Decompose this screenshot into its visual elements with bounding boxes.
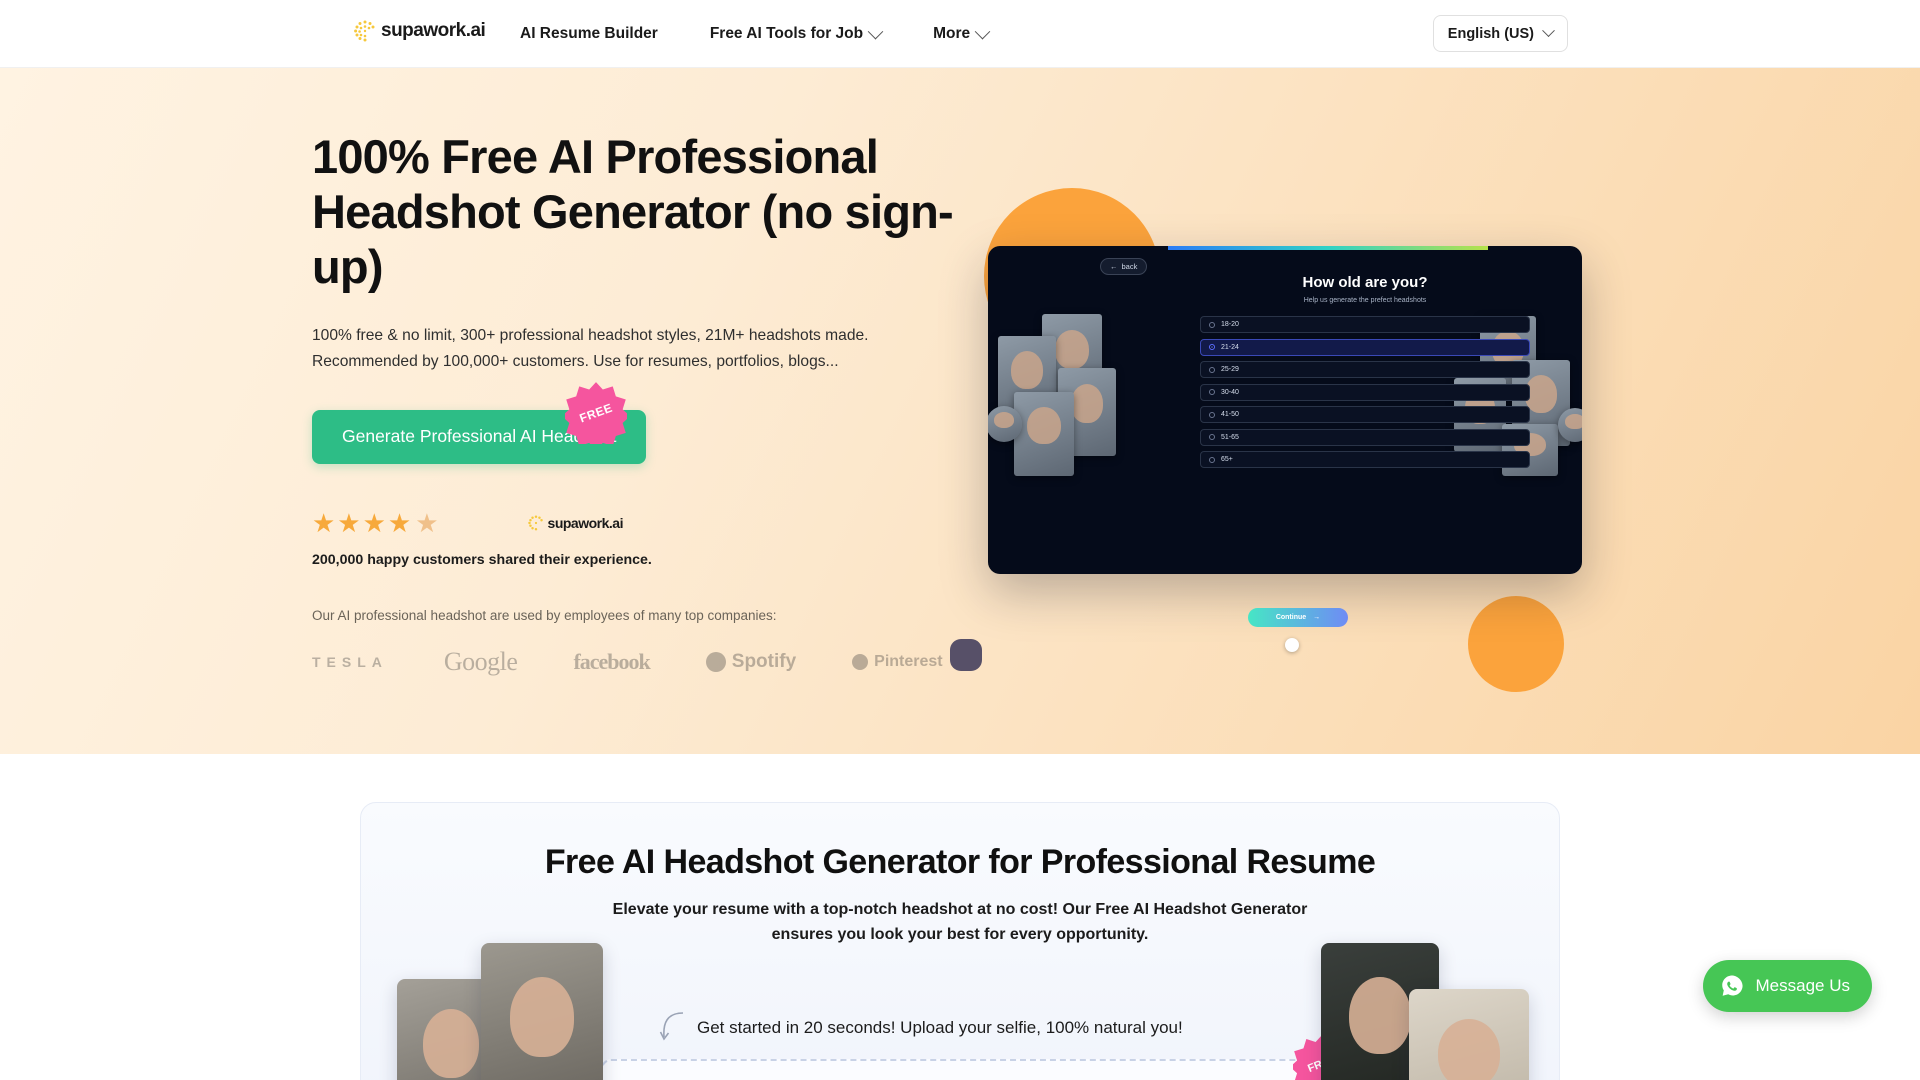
company-logos: TESLA Google facebook Spotify Pinterest [312, 647, 972, 677]
spotify-label: Spotify [731, 650, 797, 672]
option-label: 51-65 [1221, 433, 1239, 441]
companies-label: Our AI professional headshot are used by… [312, 607, 777, 623]
radio-icon [1209, 366, 1215, 373]
mockup-continue-button[interactable]: Continue → [1248, 608, 1348, 627]
pinterest-mark-icon [852, 653, 869, 670]
radio-icon [1209, 389, 1215, 395]
resume-section: Free AI Headshot Generator for Professio… [0, 754, 1920, 1080]
decorative-orange-circle-bottom [1468, 596, 1564, 692]
option-51-65[interactable]: 51-65 [1200, 428, 1530, 446]
option-41-50[interactable]: 41-50 [1200, 406, 1530, 423]
rating-half-star: ★ [415, 507, 441, 538]
sample-headshot-right-2 [1409, 989, 1529, 1080]
option-label: 25-29 [1221, 366, 1239, 373]
radio-icon [1209, 321, 1215, 328]
whatsapp-message-us-button[interactable]: Message Us [1702, 960, 1872, 1012]
nav-label: AI Resume Builder [520, 25, 658, 42]
supawork-sun-icon [527, 514, 545, 532]
resume-section-card: Free AI Headshot Generator for Professio… [360, 802, 1560, 1080]
section-subtitle: Elevate your resume with a top-notch hea… [361, 898, 1559, 948]
get-started-text: Get started in 20 seconds! Upload your s… [697, 1018, 1183, 1037]
whatsapp-label: Message Us [1755, 976, 1850, 995]
product-mockup: ← back How old are you? Help us generate… [988, 246, 1582, 574]
language-selector[interactable]: English (US) [1432, 15, 1568, 52]
rating-row: ★★★★ ★ supawork.ai [312, 510, 972, 536]
nav-item-more[interactable]: More [933, 23, 991, 43]
generate-headshot-button[interactable]: Generate Professional AI Headshot [312, 410, 647, 464]
logo[interactable]: supawork.ai [352, 18, 486, 44]
page-title: 100% Free AI Professional Headshot Gener… [312, 130, 954, 293]
rating-stars: ★★★★ [312, 507, 414, 538]
spotify-logo: Spotify [705, 650, 797, 673]
nav-item-ai-resume-builder[interactable]: AI Resume Builder [520, 25, 658, 43]
rating-brand-logo: supawork.ai [527, 514, 623, 532]
supawork-sun-icon [352, 18, 378, 44]
hero-section: 100% Free AI Professional Headshot Gener… [0, 68, 1920, 754]
main-navigation: AI Resume Builder Free AI Tools for Job … [520, 0, 991, 68]
get-started-hint: Get started in 20 seconds! Upload your s… [659, 1011, 1183, 1045]
mockup-continue-label: Continue [1275, 614, 1307, 621]
mockup-collage-left [988, 310, 1156, 510]
spotify-mark-icon [705, 651, 726, 672]
hero-copy: 100% Free AI Professional Headshot Gener… [312, 130, 972, 677]
facebook-logo: facebook [573, 648, 650, 674]
chevron-down-icon [1542, 24, 1555, 38]
mockup-back-label: back [1121, 262, 1138, 271]
logo-text: supawork.ai [381, 20, 486, 41]
option-30-40[interactable]: 30-40 [1200, 383, 1530, 401]
nav-label: More [933, 25, 971, 42]
pinterest-logo: Pinterest [852, 652, 943, 671]
curved-arrow-icon [659, 1012, 684, 1041]
headshot-thumb [1014, 392, 1074, 476]
rating-caption: 200,000 happy customers shared their exp… [312, 551, 652, 568]
mockup-question-panel: How old are you? Help us generate the pr… [1200, 274, 1530, 468]
sample-headshot-left-2 [481, 943, 603, 1080]
section-title: Free AI Headshot Generator for Professio… [544, 843, 1376, 881]
hero-cta-row: Generate Professional AI Headshot FREE [312, 382, 732, 464]
section-subtitle-line2: ensures you look your best for every opp… [771, 925, 1149, 943]
option-label: 65+ [1221, 456, 1233, 463]
mockup-options-list: 18-20 21-24 25-29 30-40 41-50 51-65 65+ [1200, 316, 1530, 468]
option-label: 18-20 [1221, 321, 1239, 328]
chevron-down-icon [974, 23, 991, 39]
mockup-progress-bar [1168, 246, 1488, 250]
option-label: 21-24 [1221, 343, 1239, 351]
arrow-right-icon: → [1313, 614, 1321, 621]
radio-icon [1209, 411, 1215, 418]
radio-icon [1209, 456, 1215, 463]
nav-label: Free AI Tools for Job [709, 25, 864, 42]
radio-icon [1209, 344, 1215, 350]
nav-item-free-ai-tools-for-job[interactable]: Free AI Tools for Job [709, 23, 884, 43]
section-subtitle-line1: Elevate your resume with a top-notch hea… [612, 901, 1308, 918]
chevron-down-icon [867, 23, 884, 39]
site-header: supawork.ai AI Resume Builder Free AI To… [0, 0, 1920, 68]
mockup-back-button[interactable]: ← back [1100, 258, 1148, 275]
whatsapp-icon [1721, 975, 1743, 996]
tesla-logo: TESLA [312, 653, 388, 670]
google-logo: Google [443, 646, 518, 676]
option-65-plus[interactable]: 65+ [1200, 451, 1530, 468]
pinterest-label: Pinterest [874, 652, 943, 670]
option-21-24[interactable]: 21-24 [1200, 338, 1530, 356]
option-label: 30-40 [1221, 388, 1239, 396]
mockup-question-subtitle: Help us generate the prefect headshots [1303, 297, 1427, 304]
option-25-29[interactable]: 25-29 [1200, 361, 1530, 378]
option-label: 41-50 [1221, 411, 1239, 418]
language-selector-label: English (US) [1447, 25, 1534, 42]
mockup-question-title: How old are you? [1302, 274, 1428, 291]
upload-dropzone[interactable] [601, 1059, 1321, 1080]
rating-brand-label: supawork.ai [547, 514, 624, 531]
mockup-cursor [1285, 638, 1299, 652]
radio-icon [1209, 434, 1215, 440]
option-18-20[interactable]: 18-20 [1200, 316, 1530, 333]
arrow-left-icon: ← [1110, 262, 1118, 271]
hero-subheading: 100% free & no limit, 300+ professional … [312, 326, 869, 370]
